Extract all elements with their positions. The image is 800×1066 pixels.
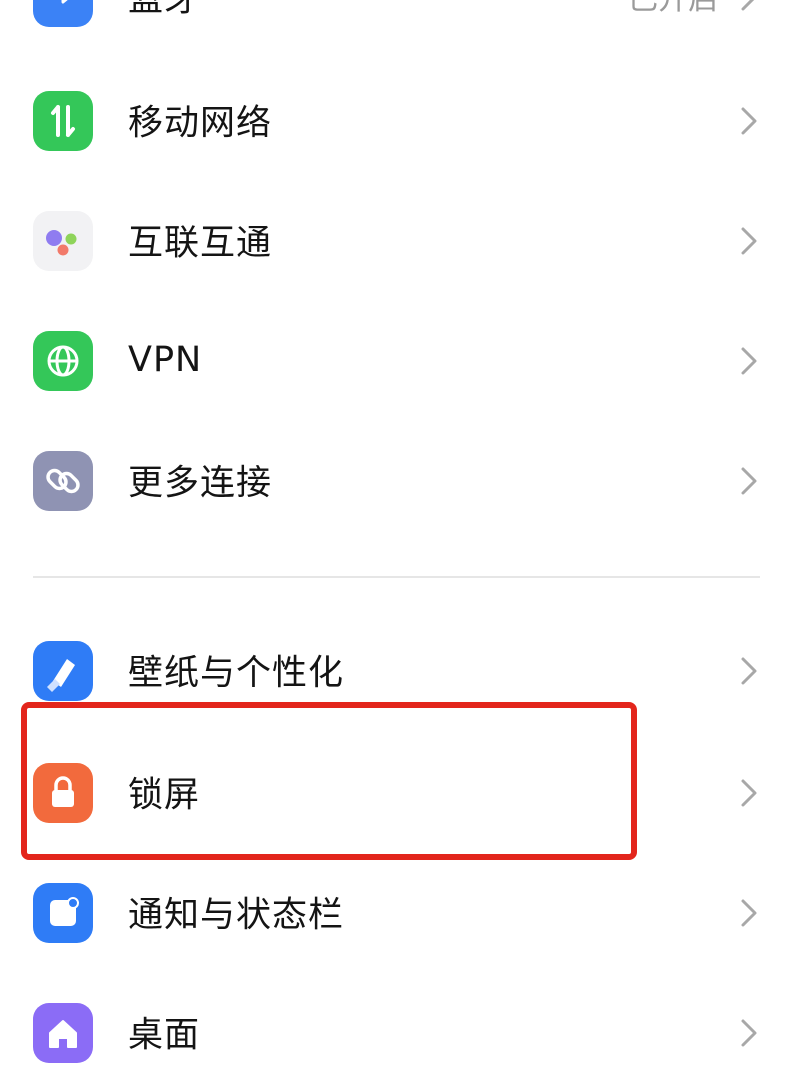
chevron-right-icon <box>738 0 760 13</box>
chevron-right-icon <box>738 465 760 497</box>
settings-item-label: 通知与状态栏 <box>128 895 345 936</box>
lock-icon <box>33 763 93 823</box>
home-icon <box>33 1003 93 1063</box>
settings-item-lock-screen[interactable]: 锁屏 <box>0 738 800 848</box>
settings-item-vpn[interactable]: VPN <box>0 306 800 416</box>
settings-item-bluetooth[interactable]: 蓝牙 已开启 <box>0 0 800 52</box>
chevron-right-icon <box>738 105 760 137</box>
mobile-data-icon <box>33 91 93 151</box>
chevron-right-icon <box>738 345 760 377</box>
chevron-right-icon <box>738 655 760 687</box>
brush-icon <box>33 641 93 701</box>
section-divider <box>33 576 760 578</box>
globe-icon <box>33 331 93 391</box>
settings-screen: 蓝牙 已开启 移动网络 互联互通 <box>0 0 800 1066</box>
settings-item-label: VPN <box>128 340 203 381</box>
settings-item-more-connections[interactable]: 更多连接 <box>0 426 800 536</box>
settings-item-label: 移动网络 <box>128 103 273 144</box>
settings-item-mobile-network[interactable]: 移动网络 <box>0 66 800 176</box>
settings-item-label: 壁纸与个性化 <box>128 653 345 694</box>
settings-item-wallpaper[interactable]: 壁纸与个性化 <box>0 616 800 726</box>
settings-item-label: 互联互通 <box>128 223 273 264</box>
chevron-right-icon <box>738 897 760 929</box>
notification-icon <box>33 883 93 943</box>
settings-item-value: 已开启 <box>628 0 718 18</box>
chevron-right-icon <box>738 777 760 809</box>
settings-item-label: 蓝牙 <box>128 0 200 21</box>
interconnect-icon <box>33 211 93 271</box>
settings-item-interconnect[interactable]: 互联互通 <box>0 186 800 296</box>
bluetooth-icon <box>33 0 93 27</box>
settings-item-desktop[interactable]: 桌面 <box>0 978 800 1066</box>
settings-item-label: 锁屏 <box>128 775 201 816</box>
chevron-right-icon <box>738 225 760 257</box>
settings-item-label: 桌面 <box>128 1015 201 1056</box>
chevron-right-icon <box>738 1017 760 1049</box>
settings-item-label: 更多连接 <box>128 463 273 504</box>
settings-item-notifications[interactable]: 通知与状态栏 <box>0 858 800 968</box>
link-icon <box>33 451 93 511</box>
